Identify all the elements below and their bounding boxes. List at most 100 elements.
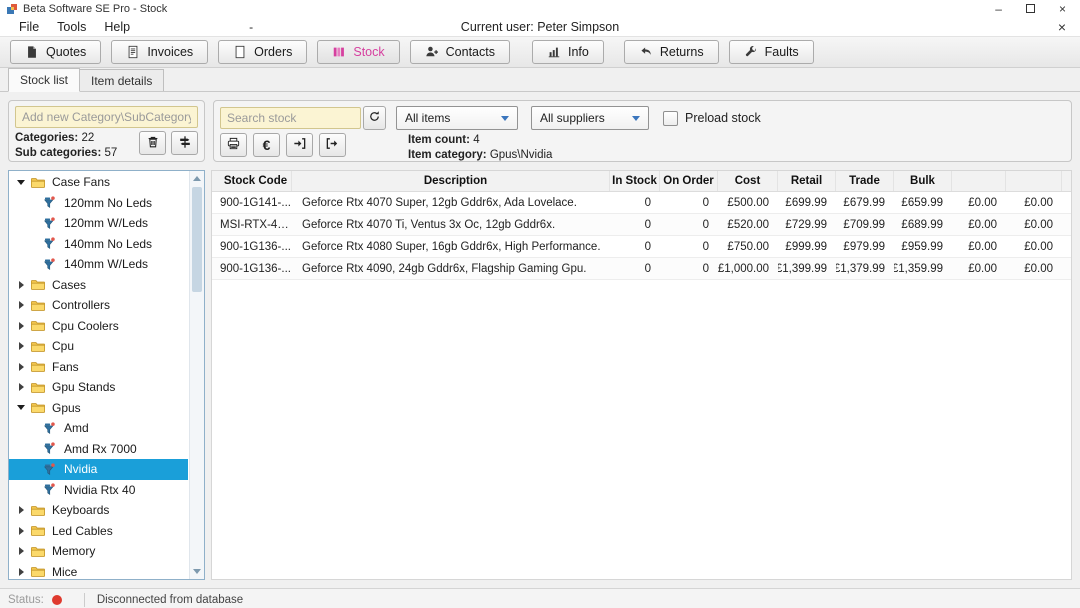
delete-category-button[interactable]: [139, 131, 166, 155]
expand-arrow-icon[interactable]: [15, 545, 27, 557]
folder-icon: [29, 339, 46, 354]
tree-item-label: 120mm W/Leds: [64, 216, 149, 231]
tab-item-details[interactable]: Item details: [79, 69, 165, 91]
toolbar-button-quotes[interactable]: Quotes: [10, 40, 102, 64]
organize-categories-button[interactable]: [171, 131, 198, 155]
column-header-blank-8[interactable]: [952, 171, 1006, 191]
tab-stock-list[interactable]: Stock list: [8, 68, 81, 92]
items-filter-dropdown[interactable]: All items: [396, 106, 518, 130]
tree-item-label: Controllers: [52, 298, 111, 313]
expand-arrow-icon[interactable]: [15, 566, 27, 578]
collapse-arrow-icon[interactable]: [15, 402, 27, 414]
suppliers-filter-value: All suppliers: [540, 111, 605, 125]
expand-arrow-icon[interactable]: [15, 504, 27, 516]
menu-help[interactable]: Help: [95, 20, 139, 34]
cell-bulk: £689.99: [901, 218, 943, 231]
expand-arrow-icon[interactable]: [15, 361, 27, 373]
tree-item-label: Led Cables: [52, 523, 113, 538]
table-row[interactable]: MSI-RTX-40... Geforce Rtx 4070 Ti, Ventus…: [212, 214, 1071, 236]
scroll-up-icon[interactable]: [190, 171, 204, 186]
faults-icon: [744, 45, 758, 59]
tree-item-gpu-stands[interactable]: Gpu Stands: [9, 377, 188, 398]
tab-strip: Stock list Item details: [0, 68, 1080, 92]
column-header-in-stock[interactable]: In Stock: [610, 171, 660, 191]
tree-item-nvidia[interactable]: Nvidia: [9, 459, 188, 480]
table-row[interactable]: 900-1G136-... Geforce Rtx 4080 Super, 16g…: [212, 236, 1071, 258]
tree-item-controllers[interactable]: Controllers: [9, 295, 188, 316]
tree-item-120mm-w-leds[interactable]: 120mm W/Leds: [9, 213, 188, 234]
currency-button[interactable]: €: [253, 133, 280, 157]
toolbar-button-orders[interactable]: Orders: [218, 40, 308, 64]
tree-item-gpus[interactable]: Gpus: [9, 398, 188, 419]
collapse-arrow-icon[interactable]: [15, 176, 27, 188]
tree-item-cpu[interactable]: Cpu: [9, 336, 188, 357]
folder-icon: [29, 380, 46, 395]
expand-arrow-icon[interactable]: [15, 381, 27, 393]
toolbar-button-info[interactable]: Info: [531, 40, 604, 64]
maximize-icon[interactable]: [1025, 4, 1035, 13]
suppliers-filter-dropdown[interactable]: All suppliers: [531, 106, 649, 130]
tree-item-memory[interactable]: Memory: [9, 541, 188, 562]
column-header-bulk[interactable]: Bulk: [894, 171, 952, 191]
tree-item-amd-rx-7000[interactable]: Amd Rx 7000: [9, 439, 188, 460]
expand-arrow-icon[interactable]: [15, 525, 27, 537]
tree-item-nvidia-rtx-40[interactable]: Nvidia Rtx 40: [9, 480, 188, 501]
toolbar-button-faults[interactable]: Faults: [728, 40, 814, 64]
cell-retail: £699.99: [785, 196, 827, 209]
tree-scrollbar[interactable]: [189, 171, 204, 579]
export-button[interactable]: [319, 133, 346, 157]
cell-retail: £1,399.99: [778, 262, 827, 275]
minimize-icon[interactable]: –: [995, 3, 1002, 15]
expand-arrow-icon[interactable]: [15, 279, 27, 291]
tree-item-cases[interactable]: Cases: [9, 275, 188, 296]
column-header-trade[interactable]: Trade: [836, 171, 894, 191]
search-stock-input[interactable]: [220, 107, 361, 129]
menu-file[interactable]: File: [10, 20, 48, 34]
cell-on_order: 0: [702, 240, 709, 253]
table-row[interactable]: 900-1G141-... Geforce Rtx 4070 Super, 12g…: [212, 192, 1071, 214]
menu-tools[interactable]: Tools: [48, 20, 95, 34]
tree-item-mice[interactable]: Mice: [9, 562, 188, 580]
column-header-blank-9[interactable]: [1006, 171, 1062, 191]
refresh-button[interactable]: [363, 106, 386, 130]
column-header-stock-code[interactable]: Stock Code: [212, 171, 292, 191]
tree-item-fans[interactable]: Fans: [9, 357, 188, 378]
scroll-down-icon[interactable]: [190, 564, 204, 579]
cell-cost: £520.00: [727, 218, 769, 231]
expand-arrow-icon[interactable]: [15, 340, 27, 352]
tree-item-label: Nvidia Rtx 40: [64, 482, 136, 497]
stock-filter-groupbox: All items All suppliers Preload stock: [213, 100, 1072, 162]
chevron-down-icon: [632, 115, 640, 121]
tree-item-keyboards[interactable]: Keyboards: [9, 500, 188, 521]
tree-item-led-cables[interactable]: Led Cables: [9, 521, 188, 542]
tree-item-case-fans[interactable]: Case Fans: [9, 172, 188, 193]
preload-stock-checkbox[interactable]: [663, 110, 678, 126]
column-header-cost[interactable]: Cost: [718, 171, 778, 191]
tree-item-120mm-no-leds[interactable]: 120mm No Leds: [9, 193, 188, 214]
tree-item-140mm-w-leds[interactable]: 140mm W/Leds: [9, 254, 188, 275]
column-header-retail[interactable]: Retail: [778, 171, 836, 191]
expand-arrow-icon[interactable]: [15, 299, 27, 311]
tree-item-140mm-no-leds[interactable]: 140mm No Leds: [9, 234, 188, 255]
print-button[interactable]: [220, 133, 247, 157]
category-tree-items: Case Fans 120mm No Leds 120mm W/Leds 140mm …: [9, 172, 188, 580]
menu-close-icon[interactable]: ×: [1054, 19, 1070, 35]
table-row[interactable]: 900-1G136-... Geforce Rtx 4090, 24gb Gddr…: [212, 258, 1071, 280]
expand-arrow-icon[interactable]: [15, 320, 27, 332]
add-category-input[interactable]: [15, 106, 198, 128]
close-icon[interactable]: ×: [1059, 3, 1066, 15]
tree-item-amd[interactable]: Amd: [9, 418, 188, 439]
cell-code: 900-1G141-...: [220, 197, 291, 209]
toolbar-button-contacts[interactable]: Contacts: [409, 40, 510, 64]
column-header-description[interactable]: Description: [292, 171, 610, 191]
category-counts: Categories: 22 Sub categories: 57: [15, 131, 117, 160]
column-header-on-order[interactable]: On Order: [660, 171, 718, 191]
toolbar-button-stock[interactable]: Stock: [317, 40, 400, 64]
tree-item-label: 140mm No Leds: [64, 236, 153, 251]
import-button[interactable]: [286, 133, 313, 157]
preload-stock-label: Preload stock: [685, 111, 761, 125]
toolbar-button-invoices[interactable]: Invoices: [111, 40, 209, 64]
scrollbar-thumb[interactable]: [192, 187, 202, 292]
toolbar-button-returns[interactable]: Returns: [623, 40, 719, 64]
tree-item-cpu-coolers[interactable]: Cpu Coolers: [9, 316, 188, 337]
